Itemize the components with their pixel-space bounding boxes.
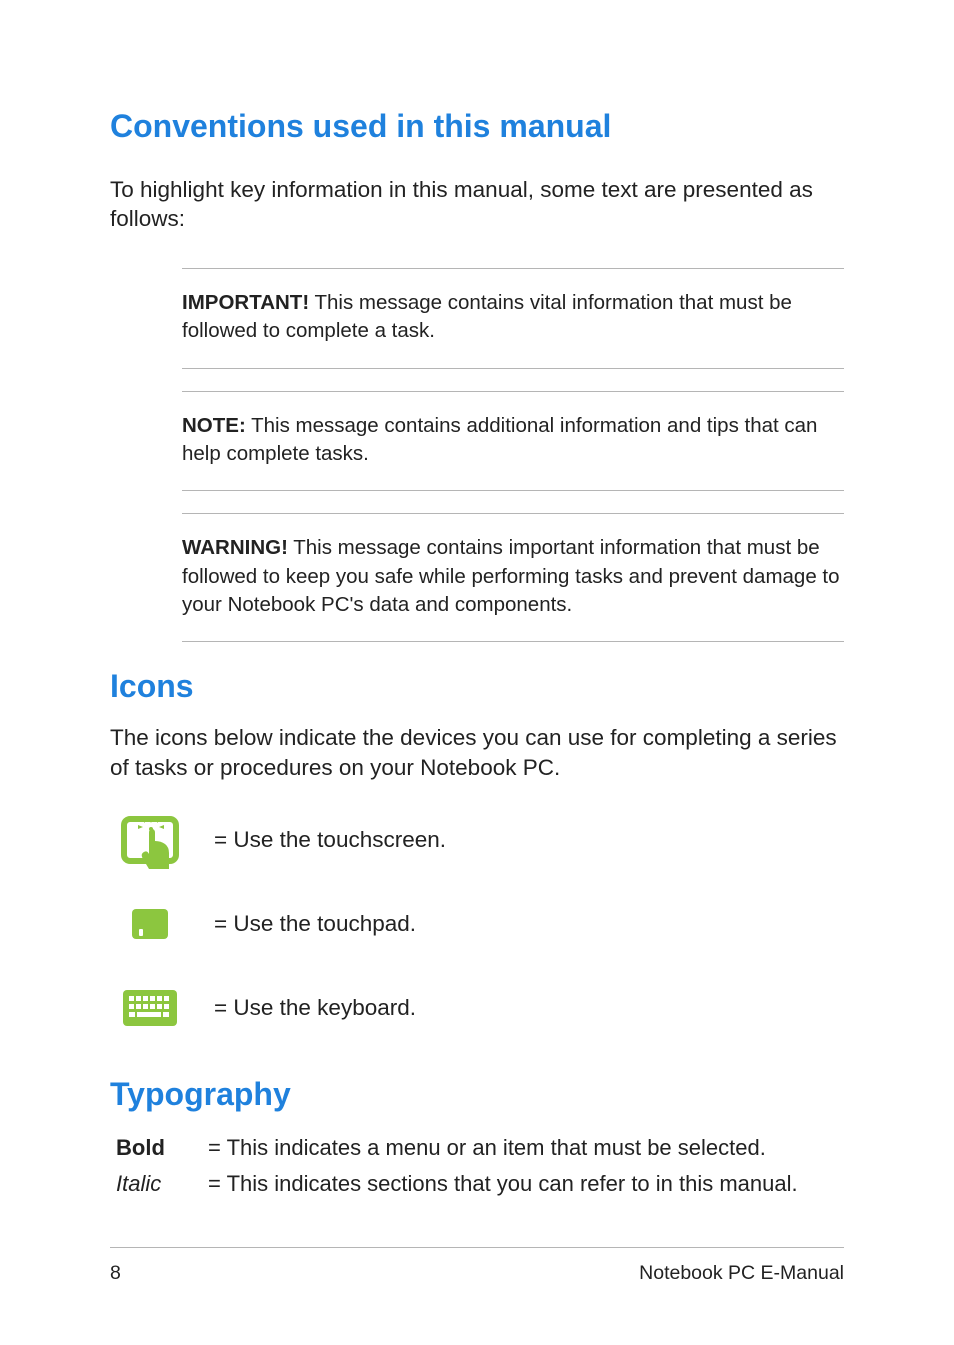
callouts-group: IMPORTANT! This message contains vital i…	[110, 268, 844, 642]
icon-row-touchscreen: = Use the touchscreen.	[110, 808, 844, 872]
intro-icons: The icons below indicate the devices you…	[110, 723, 844, 782]
doc-title: Notebook PC E-Manual	[639, 1262, 844, 1285]
typo-italic-label: Italic	[116, 1171, 208, 1197]
page-footer: 8 Notebook PC E-Manual	[110, 1247, 844, 1285]
touchpad-icon	[110, 909, 190, 939]
typo-row-italic: Italic = This indicates sections that yo…	[116, 1171, 844, 1197]
typo-row-bold: Bold = This indicates a menu or an item …	[116, 1135, 844, 1161]
keyboard-icon	[110, 990, 190, 1026]
page: Conventions used in this manual To highl…	[0, 0, 954, 1345]
callout-warning: WARNING! This message contains important…	[182, 513, 844, 642]
heading-icons: Icons	[110, 668, 844, 705]
icon-legend: = Use the touchscreen. = Use the touchpa…	[110, 808, 844, 1040]
callout-important: IMPORTANT! This message contains vital i…	[182, 268, 844, 369]
callout-note: NOTE: This message contains additional i…	[182, 391, 844, 492]
callout-warning-label: WARNING!	[182, 536, 288, 559]
touchscreen-icon	[110, 811, 190, 869]
callout-important-label: IMPORTANT!	[182, 291, 309, 314]
icon-row-touchscreen-text: = Use the touchscreen.	[190, 827, 446, 853]
icon-row-touchpad-text: = Use the touchpad.	[190, 911, 416, 937]
callout-note-label: NOTE:	[182, 414, 246, 437]
typography-table: Bold = This indicates a menu or an item …	[116, 1135, 844, 1197]
typo-bold-label: Bold	[116, 1135, 208, 1161]
heading-conventions: Conventions used in this manual	[110, 108, 844, 145]
typo-italic-desc: = This indicates sections that you can r…	[208, 1171, 798, 1197]
page-number: 8	[110, 1262, 121, 1285]
icon-row-keyboard-text: = Use the keyboard.	[190, 995, 416, 1021]
heading-typography: Typography	[110, 1076, 844, 1113]
intro-conventions: To highlight key information in this man…	[110, 175, 844, 234]
callout-note-text: This message contains additional informa…	[182, 414, 817, 465]
icon-row-touchpad: = Use the touchpad.	[110, 892, 844, 956]
typo-bold-desc: = This indicates a menu or an item that …	[208, 1135, 766, 1161]
icon-row-keyboard: = Use the keyboard.	[110, 976, 844, 1040]
